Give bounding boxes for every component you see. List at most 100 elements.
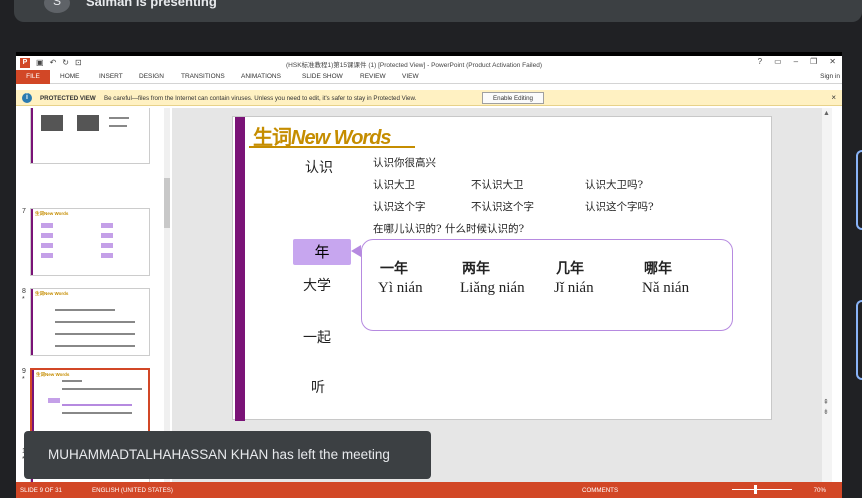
thumbnail-scrollbar[interactable]: [164, 108, 170, 483]
slide-thumbnail-selected[interactable]: 生词New Words: [30, 368, 150, 436]
example-text: 在哪儿认识的? 什么时候认识的?: [373, 223, 525, 235]
thumb-line: [55, 309, 115, 311]
zoom-knob[interactable]: [754, 485, 757, 494]
callout-box: 一年 Yì nián 两年 Liǎng nián 几年 Jǐ nián 哪年 N…: [361, 239, 733, 331]
vocab-word: 听: [311, 380, 325, 396]
ribbon-options-icon[interactable]: ▭: [774, 57, 782, 66]
thumb-title: 生词New Words: [35, 291, 69, 296]
tab-slide-show[interactable]: SLIDE SHOW: [302, 73, 343, 80]
thumb-line: [55, 333, 135, 335]
slide-thumbnail[interactable]: 生词New Words: [30, 208, 150, 276]
tab-review[interactable]: REVIEW: [360, 73, 386, 80]
info-icon: i: [22, 93, 32, 103]
tab-insert[interactable]: INSERT: [99, 73, 123, 80]
meeting-toast: MUHAMMADTALHAHASSAN KHAN has left the me…: [24, 431, 431, 479]
thumb-line: [55, 345, 135, 347]
vocab-word: 一起: [303, 330, 331, 346]
powerpoint-icon: P: [20, 58, 30, 68]
slide-stage: 生词New Words 认识 年 大学 一起 听 认识你很高兴 认识大卫 不认识…: [172, 108, 832, 483]
callout-cn: 一年: [380, 261, 408, 277]
thumb-line: [62, 388, 142, 390]
callout-cn: 哪年: [644, 261, 672, 277]
tab-design[interactable]: DESIGN: [139, 73, 164, 80]
slide-number: 7: [22, 208, 26, 215]
example-text: 不认识这个字: [471, 201, 534, 213]
thumb-chip: [48, 398, 60, 403]
presenter-bar: S Salman is presenting: [14, 0, 862, 22]
window-title: (HSK标准教程1)第15课课件 (1) [Protected View] - …: [286, 62, 542, 69]
example-text: 不认识大卫: [471, 179, 524, 191]
callout-cn: 几年: [556, 261, 584, 277]
thumb-chip: [41, 233, 53, 238]
sign-in-link[interactable]: Sign in: [820, 73, 840, 80]
example-text: 认识大卫吗?: [585, 179, 644, 191]
restore-icon[interactable]: ❐: [810, 57, 817, 66]
thumb-image: [77, 115, 99, 131]
thumb-line: [109, 125, 127, 127]
callout-pinyin: Liǎng nián: [460, 280, 525, 296]
thumb-chip: [101, 223, 113, 228]
tab-view[interactable]: VIEW: [402, 73, 419, 80]
protected-message: Be careful—files from the Internet can c…: [104, 95, 417, 102]
callout-pinyin: Nǎ nián: [642, 280, 690, 296]
avatar: S: [44, 0, 70, 13]
thumb-chip: [41, 223, 53, 228]
current-slide[interactable]: 生词New Words 认识 年 大学 一起 听 认识你很高兴 认识大卫 不认识…: [232, 116, 772, 421]
slide-number: 9: [22, 368, 26, 375]
scroll-knob[interactable]: [164, 178, 170, 228]
thumb-chip: [101, 243, 113, 248]
save-icon[interactable]: ▣: [36, 58, 44, 68]
next-slide-icon[interactable]: ⇟: [823, 408, 829, 416]
enable-editing-button[interactable]: Enable Editing: [482, 92, 544, 104]
minimize-icon[interactable]: –: [794, 57, 798, 66]
thumb-bar: [31, 108, 33, 163]
slide-scrollbar[interactable]: ▲ ⇞ ⇟: [822, 108, 832, 483]
zoom-level[interactable]: 70%: [814, 487, 826, 494]
comments-button[interactable]: COMMENTS: [582, 487, 618, 494]
language-status[interactable]: ENGLISH (UNITED STATES): [92, 487, 173, 494]
tab-home[interactable]: HOME: [60, 73, 80, 80]
vocab-word-highlight: 年: [293, 239, 351, 265]
tab-file[interactable]: FILE: [16, 70, 50, 84]
side-tile[interactable]: [856, 300, 862, 380]
tab-transitions[interactable]: TRANSITIONS: [181, 73, 225, 80]
protected-label: PROTECTED VIEW: [40, 95, 96, 102]
thumb-bar: [32, 370, 34, 434]
example-text: 认识你很高兴: [373, 157, 436, 169]
callout-pinyin: Yì nián: [378, 280, 423, 296]
example-text: 认识大卫: [373, 179, 415, 191]
callout-pointer: [351, 245, 361, 257]
slide-thumbnail[interactable]: [30, 108, 150, 164]
vocab-word: 大学: [303, 278, 331, 294]
tab-animations[interactable]: ANIMATIONS: [241, 73, 281, 80]
zoom-slider[interactable]: [732, 489, 792, 490]
slide-number: 8: [22, 288, 26, 295]
present-icon[interactable]: ⊡: [75, 58, 82, 68]
slide-counter: SLIDE 9 OF 31: [20, 487, 62, 494]
close-icon[interactable]: ×: [831, 93, 836, 102]
star-icon: *: [22, 296, 25, 303]
undo-icon[interactable]: ↶: [50, 58, 57, 68]
redo-icon[interactable]: ↻: [62, 58, 69, 68]
thumb-chip: [41, 243, 53, 248]
thumb-chip: [101, 253, 113, 258]
slide-thumbnails: 7 生词New Words 8 * 生词New Words 9 * 生词New …: [16, 108, 168, 483]
close-icon[interactable]: ✕: [829, 57, 836, 66]
window-controls: ? ▭ – ❐ ✕: [758, 57, 836, 66]
thumb-line: [62, 412, 132, 414]
vocab-word: 认识: [305, 160, 333, 176]
thumb-line: [62, 380, 82, 382]
star-icon: *: [22, 376, 25, 383]
presenting-label: Salman is presenting: [86, 0, 217, 9]
help-icon[interactable]: ?: [758, 57, 762, 66]
scroll-up-icon[interactable]: ▲: [823, 110, 830, 117]
thumb-chip: [101, 233, 113, 238]
slide-thumbnail[interactable]: 生词New Words: [30, 288, 150, 356]
example-text: 认识这个字: [373, 201, 426, 213]
side-tile[interactable]: [856, 150, 862, 230]
thumb-line: [109, 117, 129, 119]
thumb-line: [55, 321, 135, 323]
thumb-line: [62, 404, 132, 406]
prev-slide-icon[interactable]: ⇞: [823, 398, 829, 406]
example-text: 认识这个字吗?: [585, 201, 654, 213]
